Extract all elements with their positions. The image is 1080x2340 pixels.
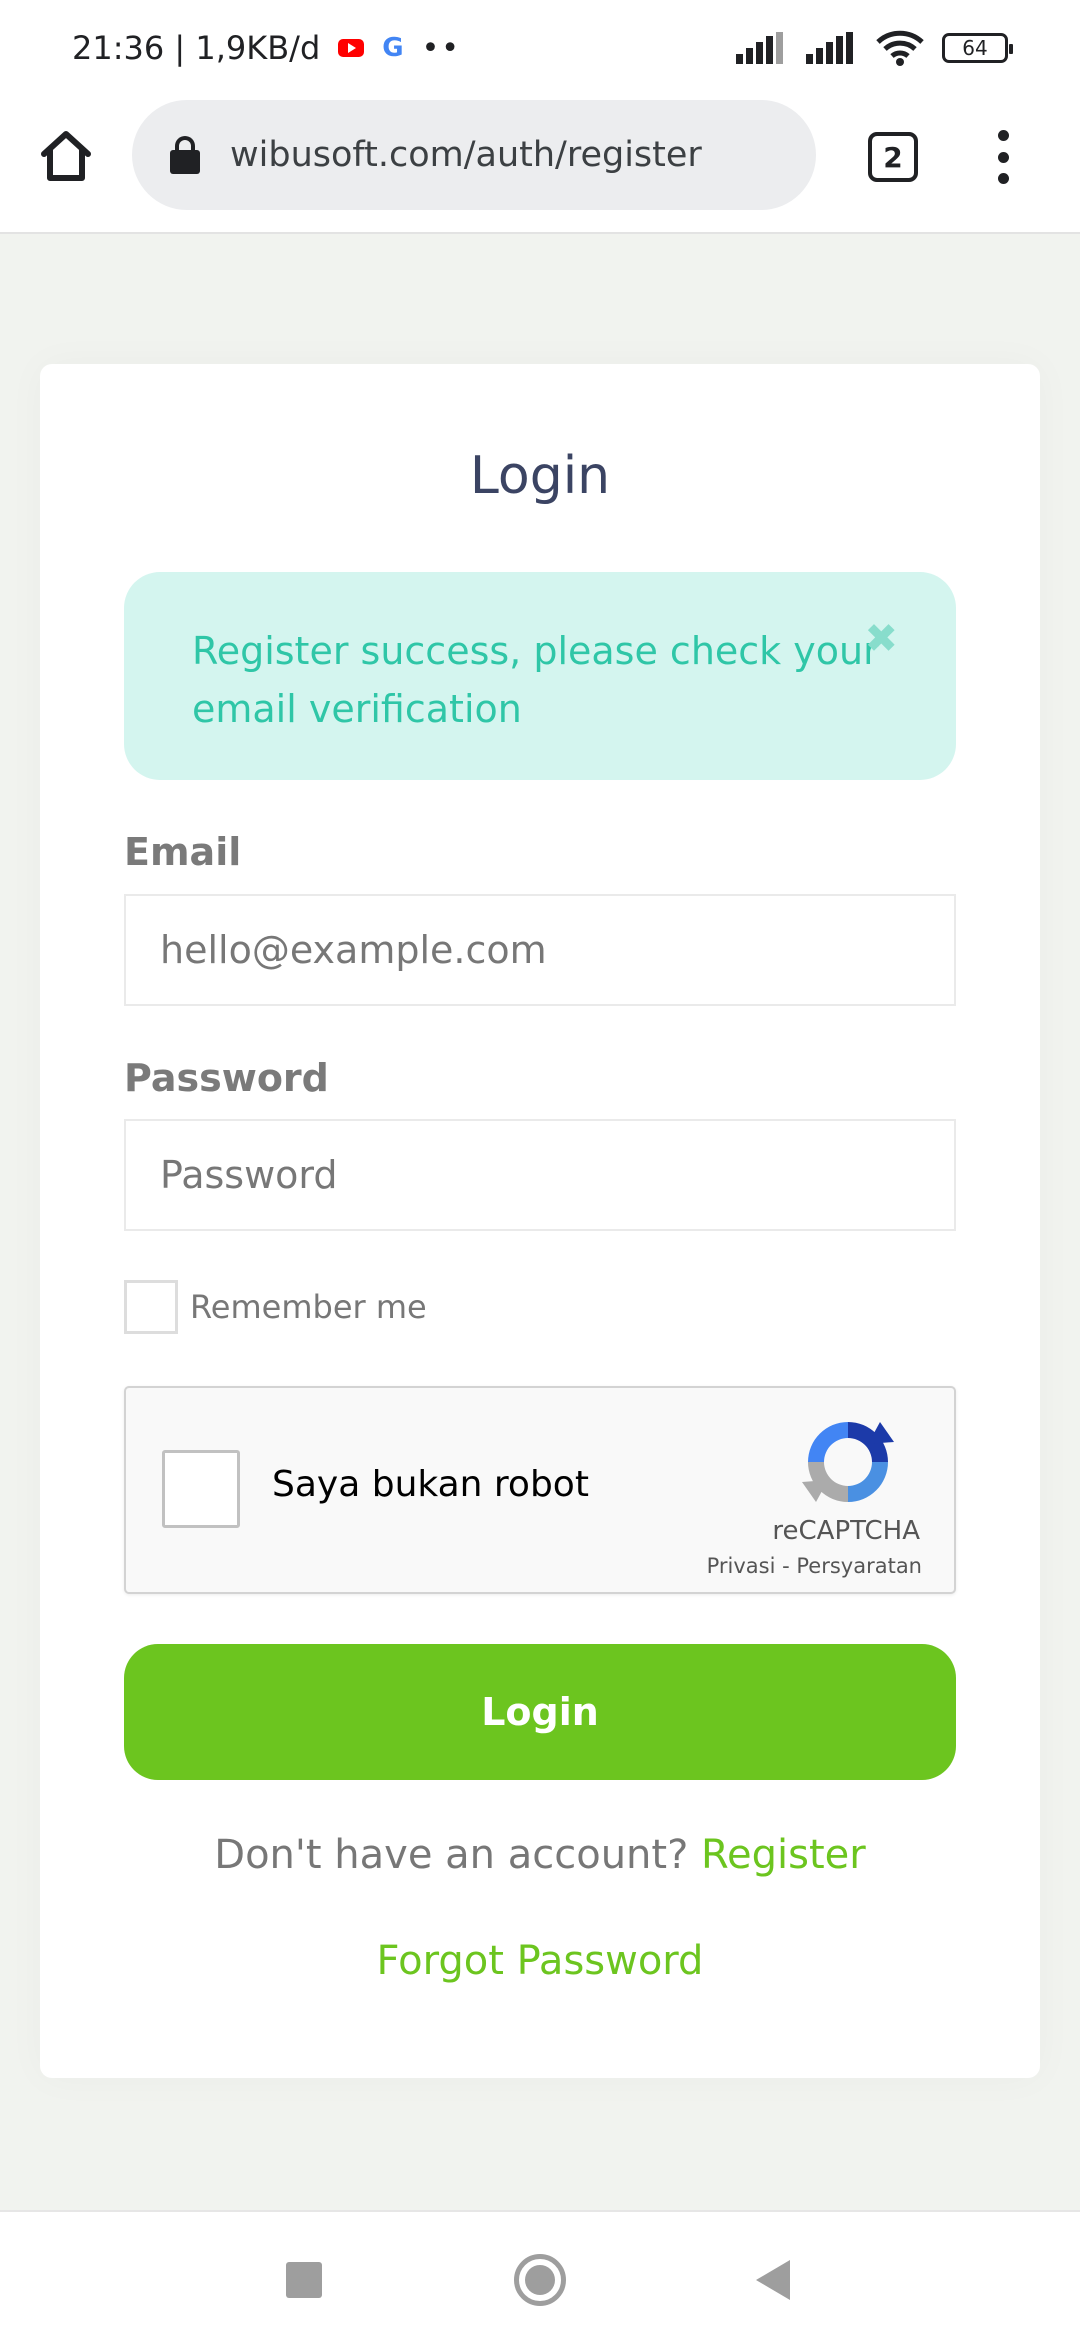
signal-icon: [736, 32, 783, 64]
battery-level: 64: [962, 36, 988, 60]
recaptcha-links[interactable]: Privasi - Persyaratan: [707, 1554, 922, 1578]
remember-me-checkbox[interactable]: [124, 1280, 178, 1334]
battery-icon: 64: [942, 33, 1013, 63]
recaptcha-checkbox[interactable]: [162, 1450, 240, 1528]
status-right: 64: [736, 30, 1013, 66]
recaptcha-widget: Saya bukan robot reCAPTCHA Privasi - Per…: [124, 1386, 956, 1594]
url-text: wibusoft.com/auth/register: [230, 135, 702, 175]
home-icon[interactable]: [36, 126, 96, 186]
login-button[interactable]: Login: [124, 1644, 956, 1780]
email-field[interactable]: [124, 894, 956, 1006]
status-bar: 21:36 | 1,9KB/d G •• 64: [0, 0, 1080, 96]
lock-icon: [170, 136, 200, 174]
tabs-icon[interactable]: 2: [868, 132, 918, 182]
remember-me[interactable]: Remember me: [124, 1280, 427, 1334]
more-notifications-icon: ••: [421, 30, 461, 66]
home-circle-icon[interactable]: [514, 2254, 566, 2306]
more-vert-icon[interactable]: [990, 126, 1016, 188]
browser-toolbar: wibusoft.com/auth/register 2: [0, 96, 1080, 234]
recaptcha-icon: [802, 1422, 894, 1502]
status-left: 21:36 | 1,9KB/d G ••: [72, 29, 461, 67]
remember-me-label: Remember me: [190, 1288, 427, 1326]
address-bar[interactable]: wibusoft.com/auth/register: [132, 100, 816, 210]
recents-icon[interactable]: [286, 2262, 322, 2298]
status-time-speed: 21:36 | 1,9KB/d: [72, 29, 321, 67]
password-field[interactable]: [124, 1119, 956, 1231]
recaptcha-brand: reCAPTCHA: [772, 1516, 920, 1546]
youtube-icon: [338, 39, 365, 57]
page-title: Login: [469, 446, 611, 506]
password-label: Password: [124, 1056, 329, 1100]
register-prompt-line: Don't have an account? Register: [40, 1832, 1040, 1878]
signal-icon-2: [806, 32, 853, 64]
login-card: Login Register success, please check you…: [40, 364, 1040, 2078]
email-label: Email: [124, 830, 242, 874]
close-icon[interactable]: ✖: [864, 610, 898, 668]
back-icon[interactable]: [756, 2260, 790, 2300]
tab-count: 2: [883, 140, 903, 174]
register-link[interactable]: Register: [701, 1832, 866, 1878]
register-prompt: Don't have an account?: [214, 1832, 689, 1878]
alert-message: Register success, please check your emai…: [192, 629, 879, 731]
forgot-password-link[interactable]: Forgot Password: [40, 1938, 1040, 1984]
wifi-icon: [876, 30, 924, 66]
google-icon: G: [382, 33, 404, 63]
success-alert: Register success, please check your emai…: [124, 572, 956, 780]
recaptcha-label: Saya bukan robot: [272, 1464, 589, 1505]
navigation-bar: [0, 2210, 1080, 2340]
